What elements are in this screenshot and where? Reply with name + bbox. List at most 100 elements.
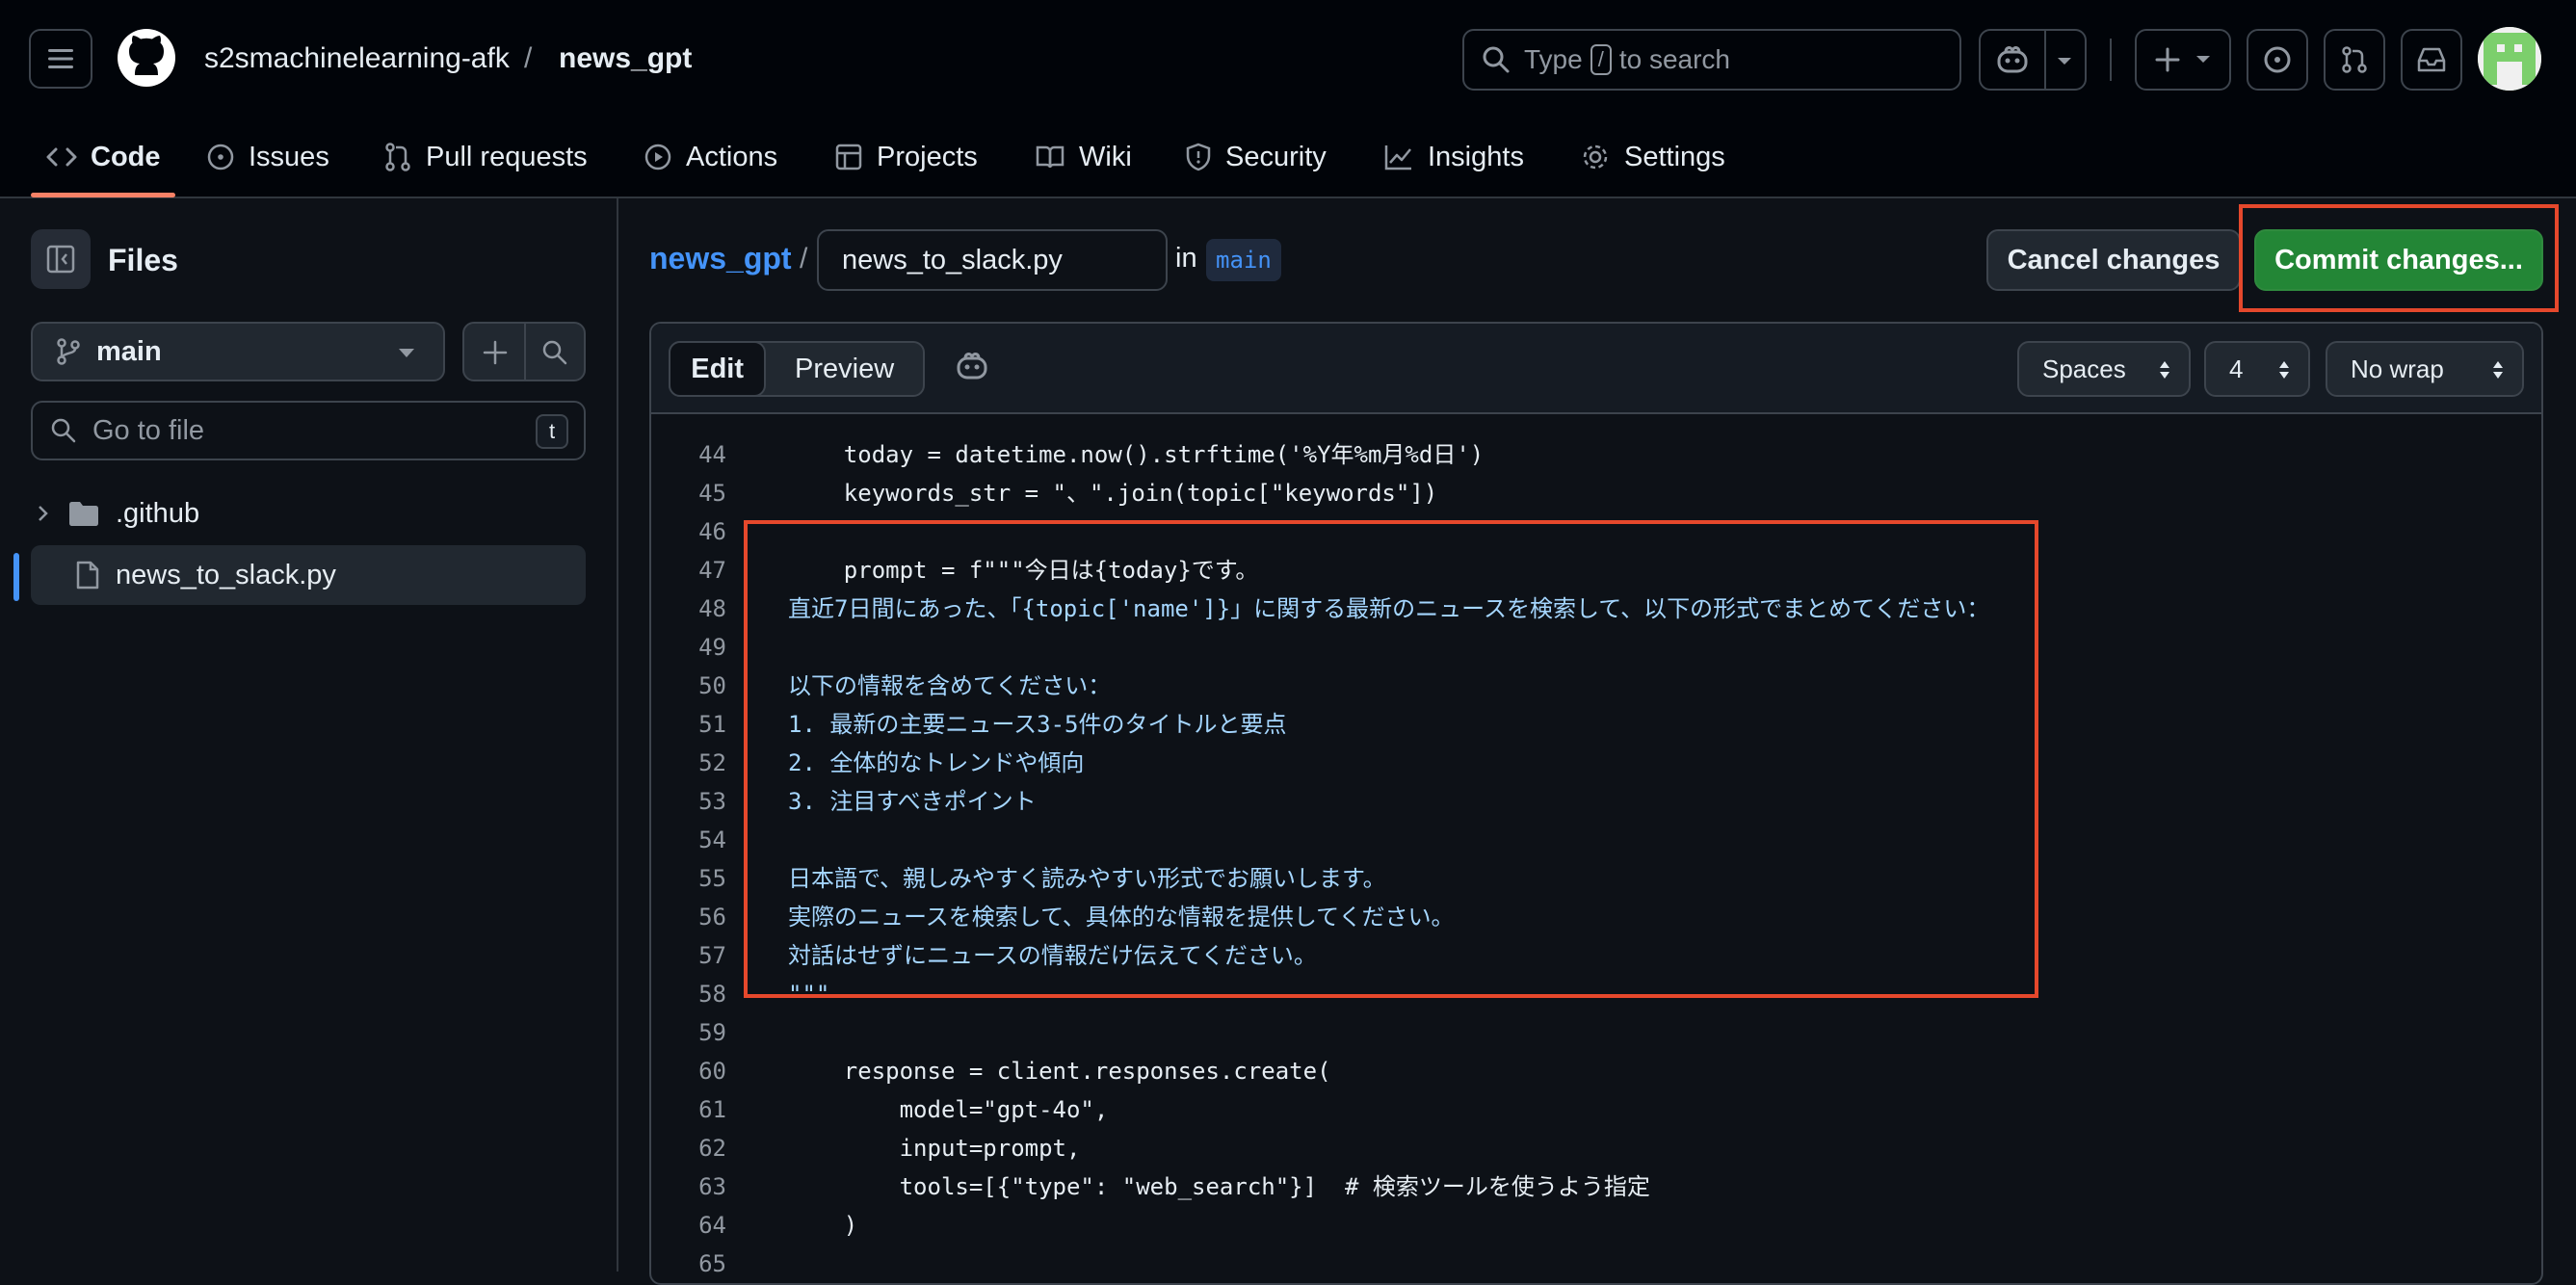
- chevron-down-icon[interactable]: [2056, 56, 2073, 67]
- book-icon: [1036, 145, 1065, 169]
- code-line[interactable]: 61 model="gpt-4o",: [651, 1090, 2541, 1129]
- line-text: keywords_str = "、".join(topic["keywords"…: [788, 480, 1438, 507]
- line-number: 45: [698, 480, 726, 507]
- files-heading: Files: [108, 243, 178, 277]
- go-to-file-input[interactable]: Go to file t: [31, 401, 586, 460]
- tab-settings[interactable]: Settings: [1580, 133, 1725, 181]
- line-number: 51: [698, 711, 726, 738]
- tab-issues[interactable]: Issues: [206, 133, 329, 181]
- chevron-down-icon: [399, 349, 414, 357]
- tab-preview[interactable]: Preview: [766, 343, 923, 395]
- git-pull-request-icon: [385, 143, 410, 171]
- collapse-sidebar-button[interactable]: [31, 229, 91, 289]
- line-number: 61: [698, 1096, 726, 1123]
- wrap-mode-select[interactable]: No wrap: [2326, 341, 2524, 397]
- tab-actions[interactable]: Actions: [644, 133, 777, 181]
- code-line[interactable]: 45 keywords_str = "、".join(topic["keywor…: [651, 474, 2541, 512]
- code-line[interactable]: 62 input=prompt,: [651, 1129, 2541, 1167]
- sidebar-collapse-icon: [46, 245, 75, 274]
- line-text: response = client.responses.create(: [788, 1058, 1331, 1085]
- editor-repo-link[interactable]: news_gpt: [649, 241, 792, 276]
- folder-icon: [69, 502, 98, 526]
- line-number: 46: [698, 518, 726, 545]
- target-branch-badge: main: [1206, 239, 1281, 281]
- tab-settings-label: Settings: [1624, 141, 1725, 172]
- tree-item-github-folder[interactable]: .github: [31, 484, 586, 543]
- code-line[interactable]: 60 response = client.responses.create(: [651, 1052, 2541, 1090]
- search-placeholder-suffix: to search: [1618, 44, 1730, 74]
- search-placeholder-prefix: Type: [1524, 44, 1583, 74]
- copilot-button-group[interactable]: [1979, 29, 2087, 91]
- filename-value: news_to_slack.py: [842, 244, 1063, 275]
- play-icon: [644, 144, 671, 170]
- search-input[interactable]: Type / to search: [1462, 29, 1961, 91]
- line-text: tools=[{"type": "web_search"}] # 検索ツールを使…: [788, 1173, 1650, 1200]
- table-icon: [835, 144, 862, 170]
- line-number: 56: [698, 904, 726, 931]
- tab-edit[interactable]: Edit: [669, 341, 767, 397]
- code-line[interactable]: 63 tools=[{"type": "web_search"}] # 検索ツー…: [651, 1167, 2541, 1206]
- select-arrows-icon: [2493, 361, 2503, 379]
- plus-icon[interactable]: [482, 339, 509, 366]
- code-line[interactable]: 59: [651, 1013, 2541, 1052]
- line-text: input=prompt,: [788, 1135, 1081, 1162]
- line-number: 54: [698, 826, 726, 853]
- tab-wiki-label: Wiki: [1079, 141, 1132, 172]
- search-shortcut-key: /: [1590, 44, 1612, 75]
- inbox-button[interactable]: [2401, 29, 2462, 91]
- user-avatar[interactable]: [2478, 27, 2541, 91]
- in-branch-label: in: [1175, 243, 1197, 274]
- line-number: 49: [698, 634, 726, 661]
- line-number: 64: [698, 1212, 726, 1239]
- issue-opened-icon: [2264, 46, 2291, 73]
- indent-mode-select[interactable]: Spaces: [2017, 341, 2191, 397]
- code-line[interactable]: 65: [651, 1245, 2541, 1283]
- tab-insights[interactable]: Insights: [1383, 133, 1524, 181]
- tab-security[interactable]: Security: [1185, 133, 1327, 181]
- tab-pull-requests[interactable]: Pull requests: [383, 133, 588, 181]
- repo-nav: Code Issues Pull requests Actions Projec…: [0, 119, 2576, 198]
- commit-button-highlight: [2239, 204, 2559, 312]
- search-icon[interactable]: [541, 339, 568, 366]
- indent-size-select[interactable]: 4: [2204, 341, 2310, 397]
- copilot-icon[interactable]: [1996, 44, 2029, 75]
- create-new-button[interactable]: [2135, 29, 2231, 91]
- line-number: 65: [698, 1250, 726, 1277]
- prompt-highlight-box: [744, 520, 2038, 998]
- branch-selector[interactable]: main: [31, 322, 445, 381]
- repo-owner-link[interactable]: s2smachinelearning-afk: [204, 42, 510, 75]
- github-logo-icon[interactable]: [116, 27, 177, 89]
- code-line[interactable]: 64 ): [651, 1206, 2541, 1245]
- graph-icon: [1384, 145, 1411, 170]
- repo-name-link[interactable]: news_gpt: [559, 42, 692, 75]
- pull-requests-shortcut-button[interactable]: [2324, 29, 2385, 91]
- identicon-icon: [2478, 27, 2541, 91]
- issues-shortcut-button[interactable]: [2247, 29, 2308, 91]
- cancel-changes-button[interactable]: Cancel changes: [1986, 229, 2241, 291]
- tab-security-label: Security: [1225, 141, 1327, 172]
- search-icon: [1483, 46, 1510, 73]
- line-number: 48: [698, 595, 726, 622]
- tab-wiki[interactable]: Wiki: [1035, 133, 1132, 181]
- plus-icon: [2155, 47, 2180, 72]
- chevron-right-icon[interactable]: [37, 504, 50, 523]
- git-branch-icon: [57, 338, 80, 365]
- line-text: ): [788, 1212, 858, 1239]
- code-line[interactable]: 44 today = datetime.now().strftime('%Y年%…: [651, 435, 2541, 474]
- line-number: 52: [698, 749, 726, 776]
- tab-projects[interactable]: Projects: [834, 133, 978, 181]
- filename-input[interactable]: news_to_slack.py: [817, 229, 1168, 291]
- code-icon: [46, 147, 77, 167]
- menu-button[interactable]: [29, 29, 92, 89]
- chevron-down-icon: [2196, 56, 2210, 63]
- git-pull-request-icon: [2342, 46, 2367, 73]
- indent-mode-value: Spaces: [2042, 354, 2126, 383]
- active-tab-indicator: [31, 193, 175, 197]
- selected-item-indicator: [13, 553, 19, 601]
- editor-breadcrumb-separator: /: [800, 243, 808, 275]
- copilot-icon[interactable]: [956, 351, 988, 381]
- tab-code[interactable]: Code: [46, 133, 161, 181]
- tree-item-news-to-slack[interactable]: news_to_slack.py: [31, 545, 586, 605]
- tab-projects-label: Projects: [877, 141, 978, 172]
- tab-insights-label: Insights: [1428, 141, 1524, 172]
